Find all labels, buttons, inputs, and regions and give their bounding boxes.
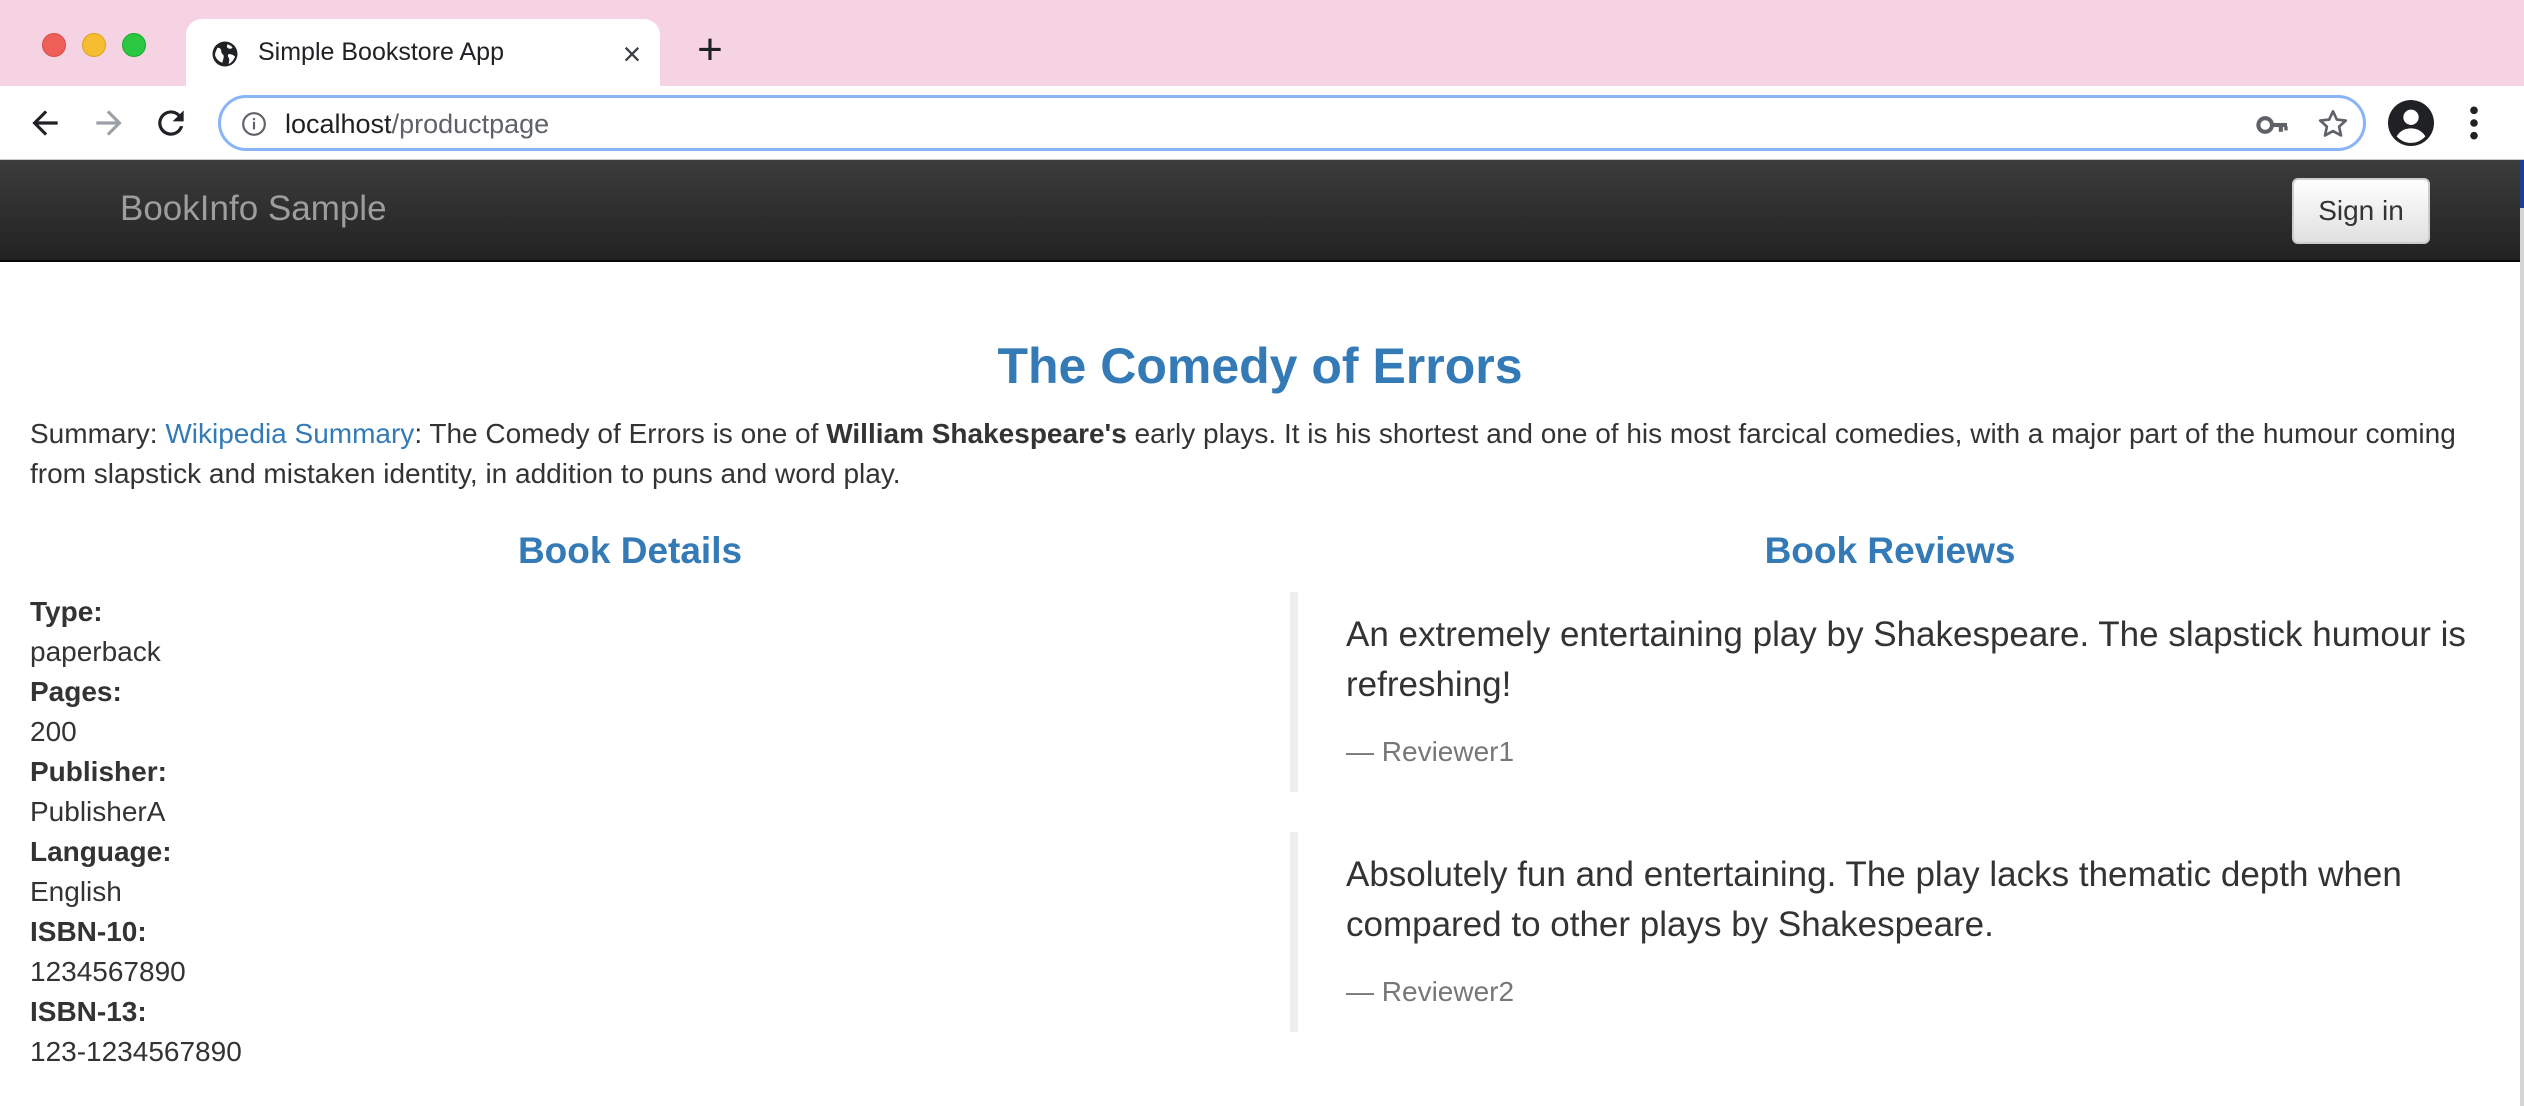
key-icon[interactable]: [2255, 110, 2289, 140]
wikipedia-summary-link[interactable]: Wikipedia Summary: [165, 418, 414, 449]
url-text: localhost/productpage: [285, 109, 550, 139]
book-reviews-heading: Book Reviews: [1764, 530, 2016, 571]
book-details-heading: Book Details: [517, 530, 743, 571]
tab-title: Simple Bookstore App: [258, 38, 504, 66]
detail-value-language: English: [30, 876, 122, 907]
brand-link[interactable]: BookInfo Sample: [120, 189, 387, 229]
globe-icon: [212, 41, 238, 67]
detail-value-isbn10: 1234567890: [30, 956, 186, 987]
detail-value-type: paperback: [30, 636, 161, 667]
review-author: — Reviewer2: [1346, 976, 1515, 1007]
info-icon[interactable]: [241, 111, 267, 137]
app-navbar: BookInfo Sample Sign in: [0, 160, 2520, 262]
browser-toolbar: localhost/productpage: [0, 86, 2524, 160]
plus-icon[interactable]: +: [690, 28, 730, 72]
close-window-button[interactable]: [42, 33, 66, 57]
address-bar[interactable]: localhost/productpage: [218, 95, 2366, 151]
book-summary: Summary: Wikipedia Summary: The Comedy o…: [30, 418, 2456, 489]
detail-label-type: Type:: [30, 596, 103, 627]
review-text: Absolutely fun and entertaining. The pla…: [1346, 855, 2402, 944]
minimize-window-button[interactable]: [82, 33, 106, 57]
detail-label-language: Language:: [30, 836, 172, 867]
close-icon[interactable]: ×: [619, 38, 645, 70]
detail-label-pages: Pages:: [30, 676, 122, 707]
review-blockquote: Absolutely fun and entertaining. The pla…: [1290, 832, 2490, 1032]
detail-label-publisher: Publisher:: [30, 756, 167, 787]
star-icon[interactable]: [2317, 108, 2349, 140]
scrollbar-track: [2520, 208, 2524, 1106]
reload-icon[interactable]: [152, 104, 190, 142]
detail-value-isbn13: 123-1234567890: [30, 1036, 242, 1067]
scrollbar-thumb[interactable]: [2520, 160, 2524, 208]
browser-tab[interactable]: Simple Bookstore App ×: [186, 19, 660, 86]
back-arrow-icon[interactable]: [26, 104, 64, 142]
detail-value-publisher: PublisherA: [30, 796, 166, 827]
review-blockquote: An extremely entertaining play by Shakes…: [1290, 592, 2490, 792]
sign-in-button[interactable]: Sign in: [2292, 178, 2430, 244]
review-text: An extremely entertaining play by Shakes…: [1346, 615, 2466, 704]
tab-strip: Simple Bookstore App × +: [0, 0, 2524, 86]
more-vert-icon[interactable]: [2466, 104, 2482, 142]
forward-arrow-icon[interactable]: [90, 104, 128, 142]
book-details-list: Type: paperback Pages: 200 Publisher: Pu…: [30, 592, 1230, 1072]
detail-label-isbn13: ISBN-13:: [30, 996, 147, 1027]
detail-label-isbn10: ISBN-10:: [30, 916, 147, 947]
maximize-window-button[interactable]: [122, 33, 146, 57]
book-title: The Comedy of Errors: [997, 338, 1523, 394]
account-icon[interactable]: [2388, 100, 2434, 146]
detail-value-pages: 200: [30, 716, 77, 747]
review-author: — Reviewer1: [1346, 736, 1515, 767]
